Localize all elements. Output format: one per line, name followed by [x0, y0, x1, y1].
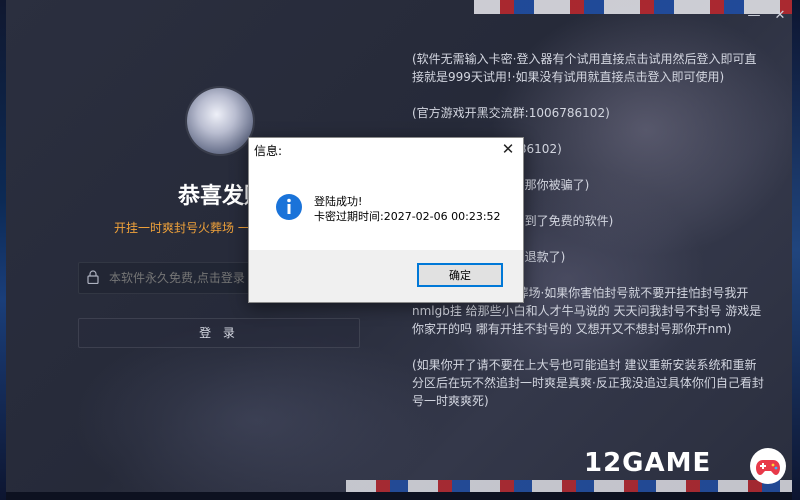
avatar — [187, 88, 253, 154]
dialog-title: 信息: — [254, 144, 283, 158]
gamepad-icon — [750, 448, 786, 484]
dialog-message-line1: 登陆成功! — [314, 195, 363, 208]
dialog-close-button[interactable]: ✕ — [499, 140, 517, 158]
dialog-footer: 确定 — [249, 250, 523, 302]
notice-paragraph: (软件无需输入卡密·登入器有个试用直接点击试用然后登入即可直接就是999天试用!… — [412, 52, 757, 84]
notice-paragraph: (官方游戏开黑交流群:1006786102) — [412, 106, 610, 120]
message-dialog: 信息: ✕ 登陆成功! 卡密过期时间:2027-02-06 00:23:52 确… — [248, 137, 524, 303]
ok-button[interactable]: 确定 — [417, 263, 503, 287]
lock-icon — [87, 270, 99, 284]
info-icon — [276, 194, 302, 220]
dialog-message-line2: 卡密过期时间:2027-02-06 00:23:52 — [314, 210, 501, 223]
login-button[interactable]: 登 录 — [78, 318, 360, 348]
close-button[interactable]: ✕ — [770, 8, 790, 23]
desktop-edge-right — [792, 0, 800, 500]
notice-paragraph: (如果你开了请不要在上大号也可能追封 建议重新安装系统和重新分区后在玩不然追封一… — [412, 358, 764, 408]
login-subtitle: 开挂一时爽封号火葬场 一 — [114, 221, 250, 235]
background-art-bottom — [346, 480, 792, 492]
minimize-button[interactable]: — — [744, 8, 764, 23]
brand-watermark: 12GAME — [584, 448, 712, 478]
